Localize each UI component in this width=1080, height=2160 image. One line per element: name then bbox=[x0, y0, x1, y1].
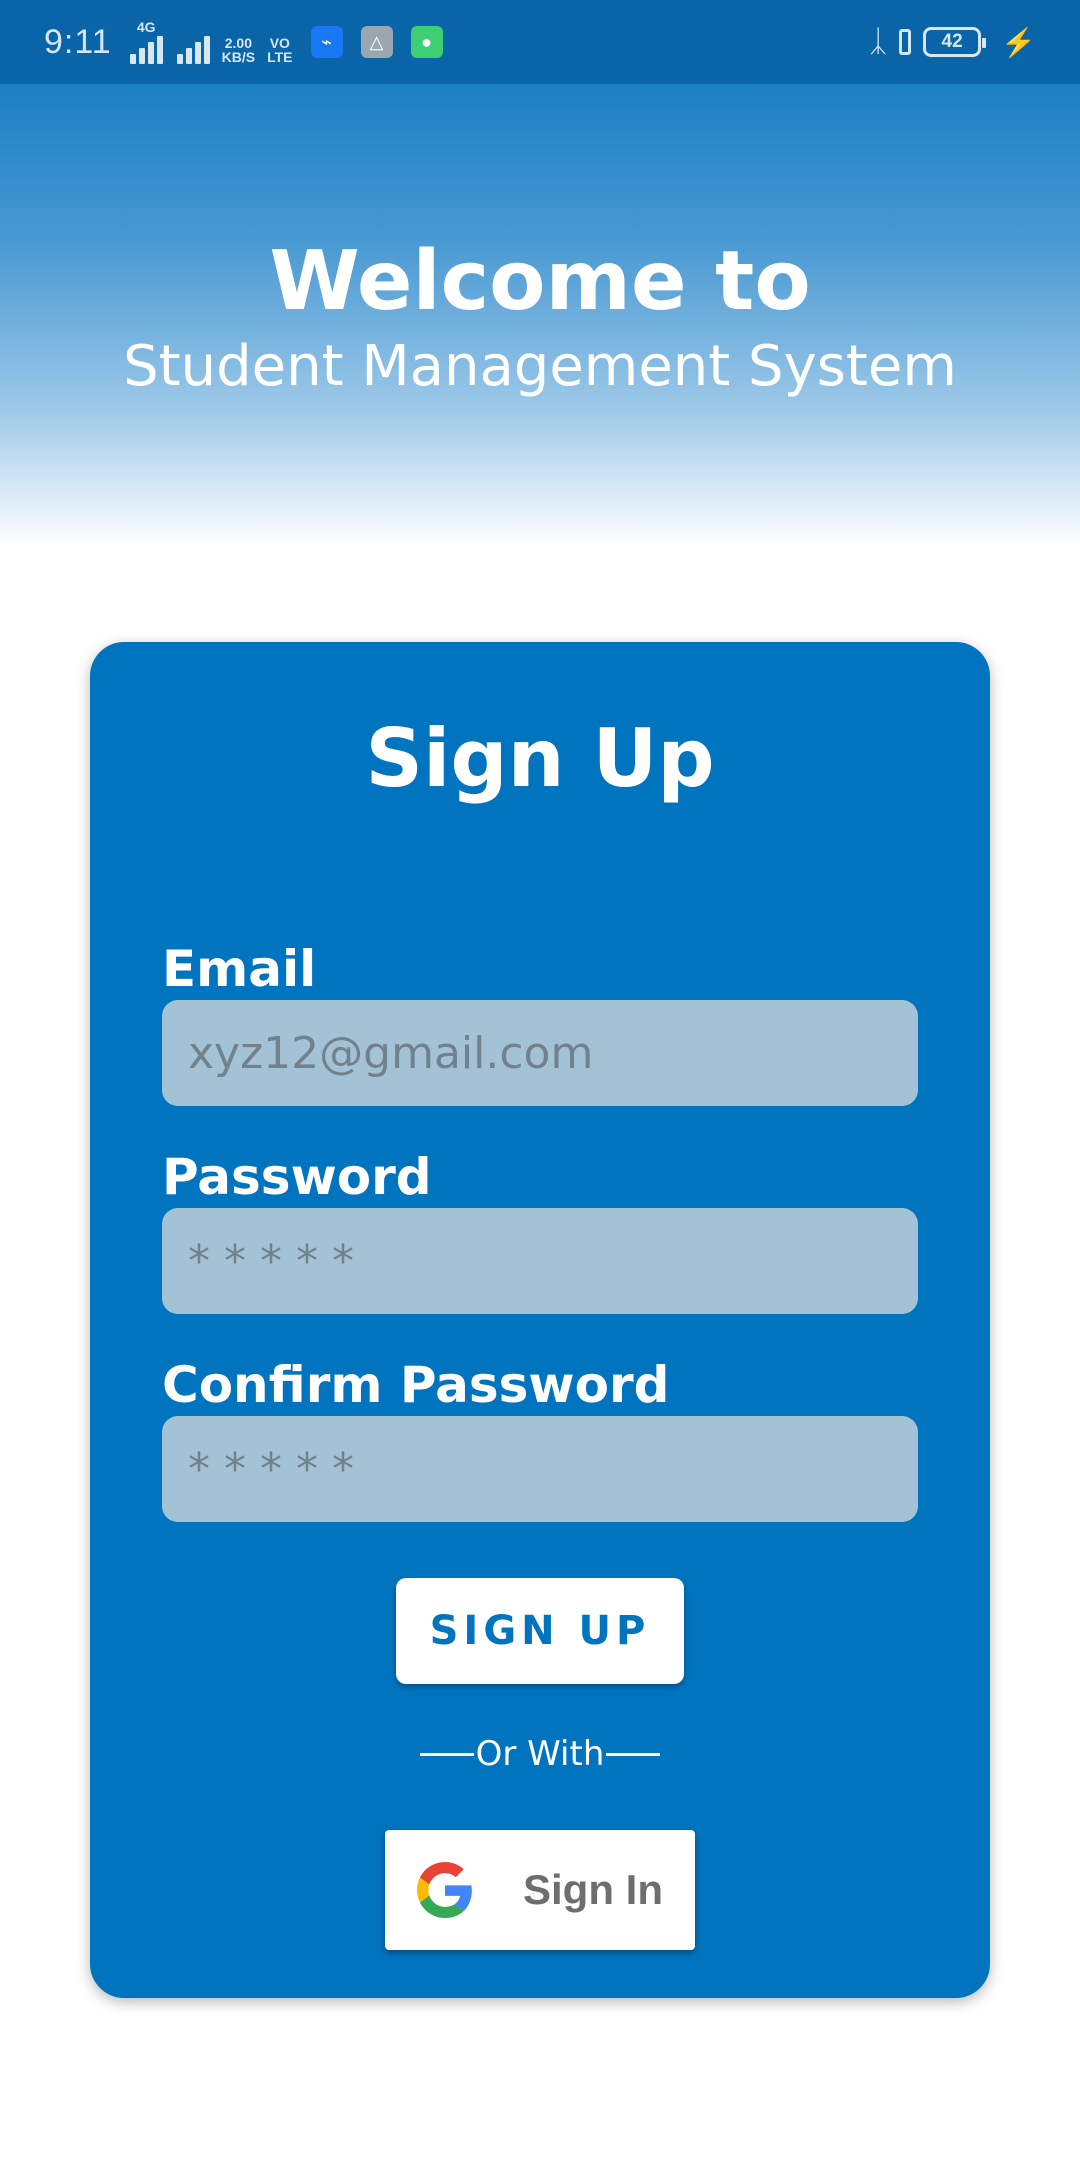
password-label: Password bbox=[162, 1148, 432, 1206]
or-with-divider: Or With bbox=[90, 1734, 990, 1774]
signup-card: Sign Up Email Password Confirm Password … bbox=[90, 642, 990, 1998]
status-right: ᛣ 42 ⚡ bbox=[869, 25, 1036, 59]
charging-icon: ⚡ bbox=[1001, 26, 1036, 58]
network-type: 4G bbox=[129, 19, 163, 64]
welcome-header: Welcome to Student Management System bbox=[0, 84, 1080, 546]
signal-block: 4G 2.00 KB/S VO LTE bbox=[129, 19, 293, 64]
welcome-subtitle: Student Management System bbox=[123, 334, 957, 399]
battery-icon: 42 bbox=[923, 27, 987, 57]
usb-icon: ⌁ bbox=[310, 26, 343, 58]
volte-bottom: LTE bbox=[267, 49, 293, 65]
vibrate-icon bbox=[899, 29, 912, 55]
chat-app-icon: ● bbox=[410, 26, 443, 58]
signal-bars-2-icon bbox=[176, 34, 210, 64]
volte-top: VO bbox=[269, 35, 290, 51]
status-bar: 9:11 4G 2.00 KB/S VO LTE ⌁ △ ● ᛣ 42 ⚡ bbox=[0, 0, 1080, 84]
password-field[interactable] bbox=[162, 1208, 918, 1314]
welcome-title: Welcome to bbox=[269, 234, 811, 329]
bluetooth-icon: ᛣ bbox=[869, 25, 888, 58]
google-logo-icon bbox=[417, 1862, 472, 1918]
signup-button[interactable]: SIGN UP bbox=[396, 1578, 684, 1684]
app-icon: △ bbox=[360, 26, 393, 58]
confirm-password-label: Confirm Password bbox=[162, 1356, 670, 1414]
net-speed-unit: KB/S bbox=[221, 49, 256, 65]
google-signin-button[interactable]: Sign In bbox=[385, 1830, 695, 1950]
network-type-label: 4G bbox=[136, 19, 156, 35]
divider-line-right bbox=[606, 1752, 661, 1756]
signal-bars-icon bbox=[129, 34, 163, 64]
email-field[interactable] bbox=[162, 1000, 918, 1106]
net-speed-value: 2.00 bbox=[224, 35, 252, 51]
google-signin-label: Sign In bbox=[523, 1866, 663, 1913]
battery-level: 42 bbox=[941, 31, 963, 52]
status-time: 9:11 bbox=[44, 22, 112, 61]
email-label: Email bbox=[162, 940, 317, 998]
net-speed: 2.00 KB/S bbox=[222, 36, 255, 64]
status-left: 9:11 4G 2.00 KB/S VO LTE ⌁ △ ● bbox=[44, 20, 443, 64]
signup-title: Sign Up bbox=[365, 712, 715, 805]
confirm-password-field[interactable] bbox=[162, 1416, 918, 1522]
divider-line-left bbox=[419, 1752, 474, 1756]
volte-indicator: VO LTE bbox=[267, 36, 292, 64]
or-with-text: Or With bbox=[475, 1734, 605, 1774]
